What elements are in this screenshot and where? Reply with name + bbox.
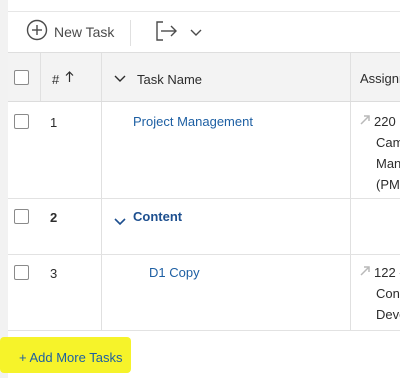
chevron-down-icon [190,24,202,42]
task-name-header-label: Task Name [137,71,203,87]
task-group-link[interactable]: Content [133,209,182,224]
chevron-down-icon[interactable] [114,70,126,88]
assignment-line: 122 - [374,265,400,280]
assignment-line: Cont [376,286,400,301]
toolbar: New Task [8,12,400,53]
assignment-line: Man [376,156,400,171]
new-task-button[interactable]: New Task [26,19,115,46]
row-checkbox[interactable] [14,265,29,280]
row-number: 1 [50,115,58,130]
left-gutter [0,0,8,378]
assignment-line: 220 [374,114,396,129]
column-divider [101,255,102,330]
task-name-link[interactable]: D1 Copy [149,265,200,280]
pin-icon [360,114,370,128]
assignment-cell[interactable]: 122 - Cont Deve [360,262,400,325]
new-task-label: New Task [54,24,115,40]
assignment-line: Deve [376,307,400,322]
number-column-header[interactable]: # [52,70,74,88]
assignment-header-label[interactable]: Assignm [360,71,400,86]
column-divider [350,53,351,101]
number-header-label: # [52,71,60,87]
assignment-line: Cam [376,135,400,150]
top-strip [8,0,400,12]
table-header: # Task Name Assignm [8,53,400,102]
column-divider [101,53,102,101]
chevron-down-icon[interactable] [114,213,126,231]
column-divider [40,53,41,101]
table-row[interactable]: 2 Content [8,199,400,255]
row-number: 2 [50,210,58,225]
task-name-column-header[interactable]: Task Name [114,70,202,88]
export-menu-button[interactable] [154,20,202,46]
task-name-link[interactable]: Project Management [133,114,253,129]
table-row[interactable]: 3 D1 Copy 122 - Cont Deve [8,255,400,331]
row-checkbox[interactable] [14,209,29,224]
table-row[interactable]: 1 Project Management 220 Cam Man (PM [8,102,400,199]
arrow-up-icon [65,70,74,88]
column-divider [350,199,351,254]
row-checkbox[interactable] [14,114,29,129]
toolbar-divider [130,20,131,46]
assignment-line: (PM [376,177,400,192]
assignment-cell[interactable]: 220 Cam Man (PM [360,111,400,195]
add-more-tasks-link[interactable]: + Add More Tasks [19,350,122,365]
select-all-checkbox[interactable] [14,70,29,85]
plus-circle-icon [26,19,48,46]
column-divider [350,255,351,330]
column-divider [350,102,351,198]
column-divider [101,102,102,198]
column-divider [101,199,102,254]
pin-icon [360,265,370,279]
row-number: 3 [50,266,58,281]
export-arrow-icon [154,19,180,48]
